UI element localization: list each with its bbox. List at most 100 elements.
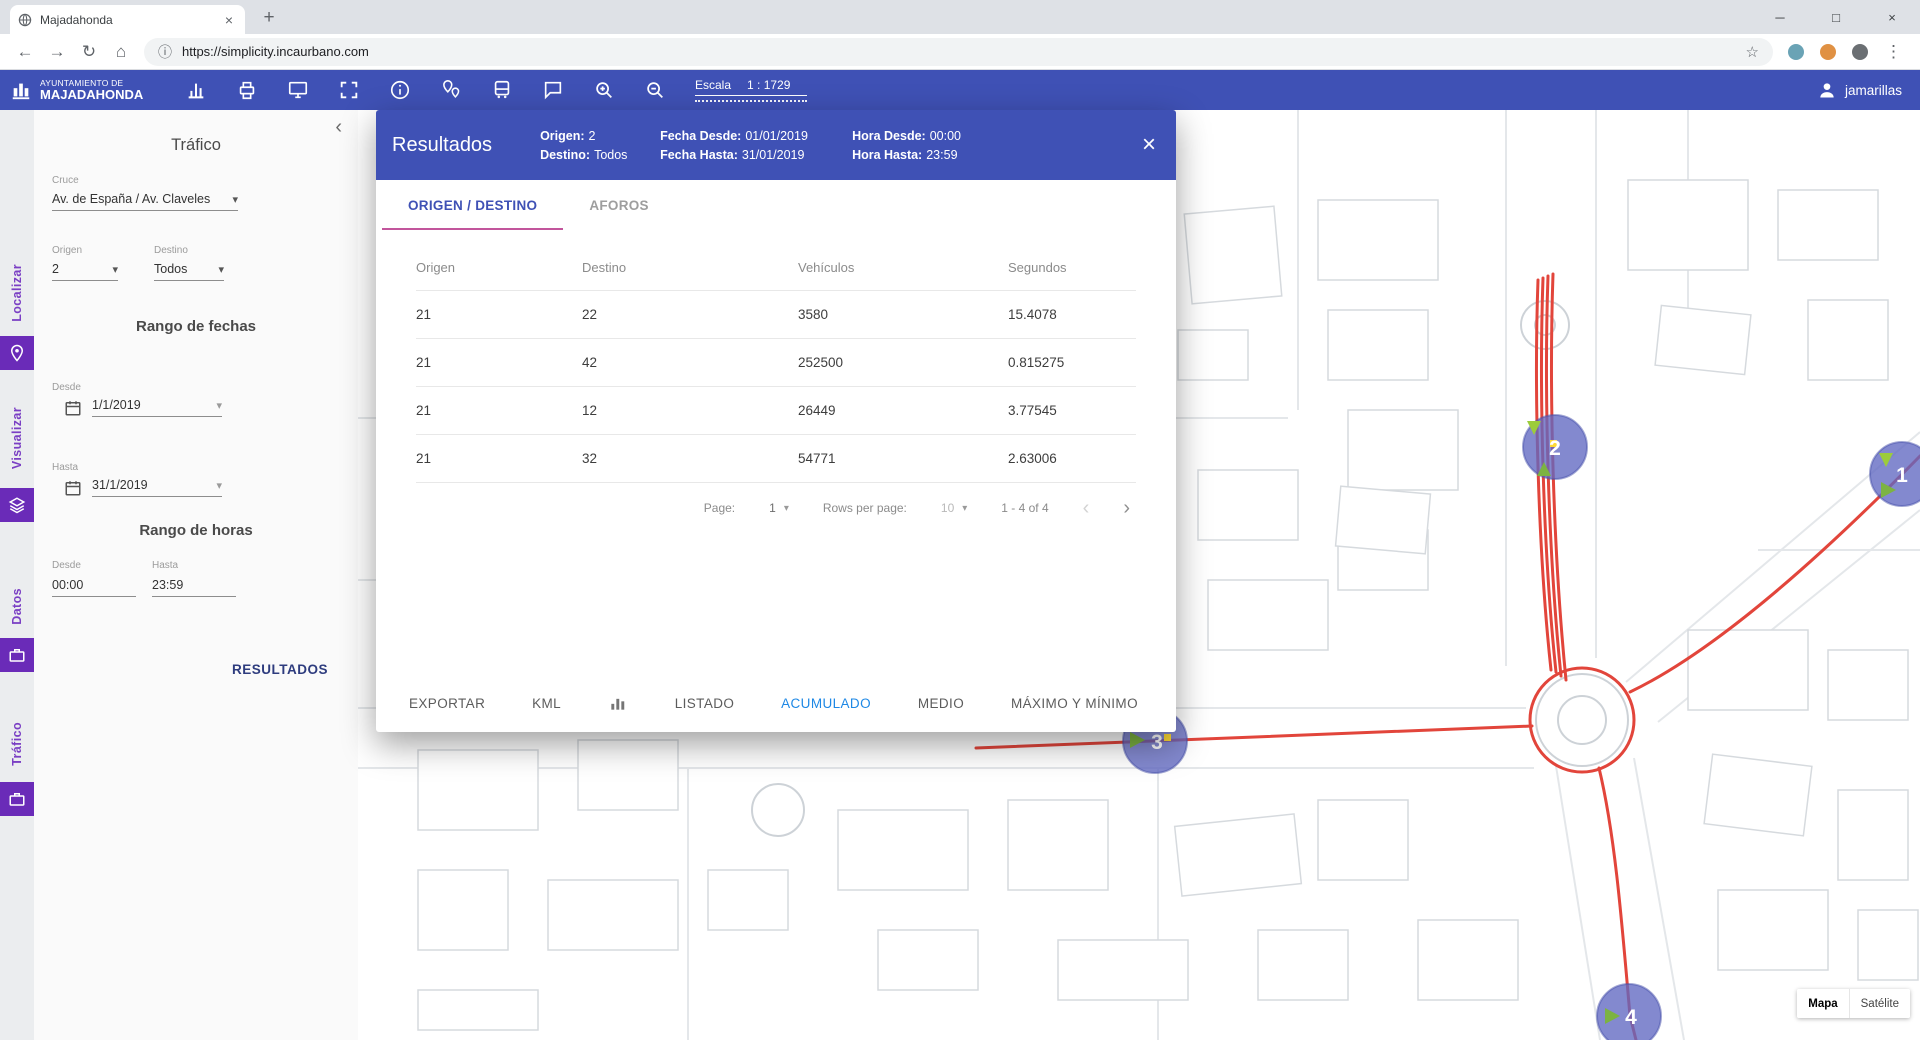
map-pins-icon[interactable] bbox=[439, 78, 463, 102]
app-header: AYUNTAMIENTO DE MAJADAHONDA bbox=[0, 70, 1920, 110]
extension-icon-1[interactable] bbox=[1788, 44, 1804, 60]
left-rail: Localizar Visualizar Datos Tráfico bbox=[0, 110, 34, 1040]
info-icon[interactable] bbox=[388, 78, 412, 102]
rango-horas-title: Rango de horas bbox=[34, 522, 358, 539]
bar-chart-icon[interactable] bbox=[608, 693, 628, 713]
next-page-button[interactable]: › bbox=[1123, 497, 1130, 520]
screen: Majadahonda × + ─ □ × ← → ↻ ⌂ ⓘ https://… bbox=[0, 0, 1920, 1040]
forward-icon[interactable]: → bbox=[42, 37, 72, 67]
hora-hasta-field[interactable]: 23:59 bbox=[152, 578, 236, 597]
bookmark-star-icon[interactable]: ☆ bbox=[1746, 43, 1759, 61]
fecha-hasta-label: Hasta bbox=[52, 462, 78, 473]
bus-icon[interactable] bbox=[490, 78, 514, 102]
destino-select[interactable]: Todos ▾ bbox=[154, 262, 224, 281]
table-row[interactable]: 21 32 54771 2.63006 bbox=[416, 434, 1136, 482]
exportar-button[interactable]: EXPORTAR bbox=[409, 696, 485, 711]
medio-button[interactable]: MEDIO bbox=[918, 696, 964, 711]
page-select[interactable]: 1 ▾ bbox=[769, 501, 789, 515]
layers-icon[interactable] bbox=[0, 488, 34, 522]
maximize-button[interactable]: □ bbox=[1808, 0, 1864, 34]
new-tab-button[interactable]: + bbox=[256, 6, 282, 30]
svg-text:2: 2 bbox=[1549, 437, 1561, 460]
maximo-minimo-button[interactable]: MÁXIMO Y MÍNIMO bbox=[1011, 696, 1138, 711]
table-row[interactable]: 21 42 252500 0.815275 bbox=[416, 338, 1136, 386]
table-row[interactable]: 21 22 3580 15.4078 bbox=[416, 290, 1136, 338]
rail-item-trafico[interactable]: Tráfico bbox=[0, 708, 34, 780]
cruce-select[interactable]: Av. de España / Av. Claveles ▾ bbox=[52, 192, 238, 211]
logo-line-2: MAJADAHONDA bbox=[40, 88, 143, 102]
listado-button[interactable]: LISTADO bbox=[675, 696, 735, 711]
fecha-hasta-field[interactable]: 31/1/2019 ▾ bbox=[64, 478, 222, 497]
rail-item-localizar[interactable]: Localizar bbox=[0, 255, 34, 331]
browser-tab-strip: Majadahonda × + ─ □ × bbox=[0, 0, 1920, 34]
fecha-desde-field[interactable]: 1/1/2019 ▾ bbox=[64, 398, 222, 417]
hora-desde-field[interactable]: 00:00 bbox=[52, 578, 136, 597]
scale-label: Escala bbox=[695, 78, 731, 92]
url-text: https://simplicity.incaurbano.com bbox=[182, 44, 1736, 59]
chat-icon[interactable] bbox=[541, 78, 565, 102]
app-logo: AYUNTAMIENTO DE MAJADAHONDA bbox=[0, 78, 176, 102]
user-icon bbox=[1817, 80, 1837, 100]
site-info-icon[interactable]: ⓘ bbox=[158, 42, 172, 62]
browser-tab[interactable]: Majadahonda × bbox=[10, 5, 245, 34]
briefcase-icon-2[interactable] bbox=[0, 782, 34, 816]
location-pin-icon[interactable] bbox=[0, 336, 34, 370]
reload-icon[interactable]: ↻ bbox=[74, 37, 104, 67]
tab-title: Majadahonda bbox=[40, 13, 213, 27]
dropdown-arrow-icon: ▾ bbox=[218, 263, 224, 276]
satellite-button[interactable]: Satélite bbox=[1850, 989, 1910, 1018]
svg-text:3: 3 bbox=[1151, 731, 1163, 754]
origen-select[interactable]: 2 ▾ bbox=[52, 262, 118, 281]
hora-desde-label: Desde bbox=[52, 560, 81, 571]
modal-footer: EXPORTAR KML LISTADO ACUMULADO MEDIO MÁX… bbox=[376, 674, 1176, 732]
tab-aforos[interactable]: AFOROS bbox=[563, 180, 675, 230]
close-window-button[interactable]: × bbox=[1864, 0, 1920, 34]
chart-icon[interactable] bbox=[184, 78, 208, 102]
panel-title: Tráfico bbox=[34, 136, 358, 155]
user-menu[interactable]: jamarillas bbox=[1817, 80, 1920, 100]
tab-close-icon[interactable]: × bbox=[221, 12, 237, 28]
calendar-icon[interactable] bbox=[64, 399, 82, 417]
rows-per-page-label: Rows per page: bbox=[823, 501, 907, 515]
home-icon[interactable]: ⌂ bbox=[106, 37, 136, 67]
extension-icon-3[interactable] bbox=[1852, 44, 1868, 60]
table-row[interactable]: 21 12 26449 3.77545 bbox=[416, 386, 1136, 434]
origen-label: Origen bbox=[52, 245, 82, 256]
map-marker-2[interactable]: 2 bbox=[1523, 415, 1587, 479]
calendar-icon[interactable] bbox=[64, 479, 82, 497]
modal-title: Resultados bbox=[392, 134, 492, 157]
browser-menu-icon[interactable]: ⋮ bbox=[1885, 42, 1902, 62]
pagination: Page: 1 ▾ Rows per page: 10 ▾ 1 - 4 of 4… bbox=[376, 497, 1176, 520]
kml-button[interactable]: KML bbox=[532, 696, 561, 711]
zoom-out-icon[interactable] bbox=[643, 78, 667, 102]
monitor-icon[interactable] bbox=[286, 78, 310, 102]
results-modal: Resultados Origen:2 Destino:Todos Fecha … bbox=[376, 110, 1176, 732]
rail-item-visualizar[interactable]: Visualizar bbox=[0, 390, 34, 486]
print-icon[interactable] bbox=[235, 78, 259, 102]
close-icon[interactable]: × bbox=[1142, 133, 1156, 157]
dropdown-arrow-icon: ▾ bbox=[112, 263, 118, 276]
summary-col-2: Fecha Desde:01/01/2019 Fecha Hasta:31/01… bbox=[660, 129, 852, 162]
briefcase-icon[interactable] bbox=[0, 638, 34, 672]
rows-per-page-select[interactable]: 10 ▾ bbox=[941, 501, 967, 515]
rango-fechas-title: Rango de fechas bbox=[34, 318, 358, 335]
extension-icon-2[interactable] bbox=[1820, 44, 1836, 60]
table-header-row: Origen Destino Vehículos Segundos bbox=[416, 246, 1136, 290]
map-marker-1[interactable]: 1 bbox=[1870, 442, 1920, 506]
resultados-button[interactable]: RESULTADOS bbox=[232, 662, 328, 677]
fullscreen-icon[interactable] bbox=[337, 78, 361, 102]
zoom-in-icon[interactable] bbox=[592, 78, 616, 102]
minimize-button[interactable]: ─ bbox=[1752, 0, 1808, 34]
map-button[interactable]: Mapa bbox=[1797, 989, 1848, 1018]
rail-item-datos[interactable]: Datos bbox=[0, 576, 34, 636]
tab-origen-destino[interactable]: ORIGEN / DESTINO bbox=[382, 180, 563, 230]
back-icon[interactable]: ← bbox=[10, 37, 40, 67]
summary-col-3: Hora Desde:00:00 Hora Hasta:23:59 bbox=[852, 129, 1030, 162]
prev-page-button[interactable]: ‹ bbox=[1083, 497, 1090, 520]
address-bar[interactable]: ⓘ https://simplicity.incaurbano.com ☆ bbox=[144, 38, 1773, 66]
map-marker-4[interactable]: 4 bbox=[1597, 984, 1661, 1040]
fecha-desde-label: Desde bbox=[52, 382, 81, 393]
scale-display: Escala 1 : 1729 bbox=[695, 78, 807, 102]
dropdown-arrow-icon: ▾ bbox=[962, 503, 967, 514]
acumulado-button[interactable]: ACUMULADO bbox=[781, 696, 871, 711]
